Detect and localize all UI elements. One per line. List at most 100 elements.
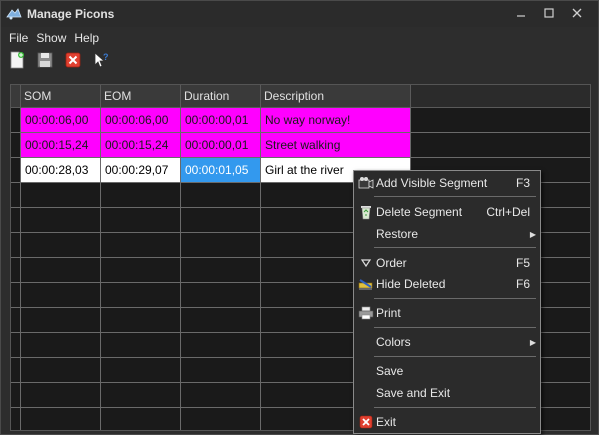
- menu-bar: File Show Help: [1, 29, 103, 47]
- cell-eom[interactable]: [101, 308, 181, 333]
- hide-icon: [358, 276, 374, 292]
- close-button[interactable]: [564, 3, 590, 23]
- menu-item-label: Colors: [376, 335, 411, 349]
- cell-eom[interactable]: 00:00:15,24: [101, 133, 181, 158]
- cell-som[interactable]: 00:00:28,03: [21, 158, 101, 183]
- menu-item-hide-deleted[interactable]: Hide Deleted F6: [354, 274, 540, 294]
- row-header[interactable]: [11, 308, 21, 333]
- cell-som[interactable]: [21, 333, 101, 358]
- help-cursor-icon: ?: [94, 52, 109, 68]
- cell-som[interactable]: 00:00:15,24: [21, 133, 101, 158]
- menu-item-print[interactable]: Print: [354, 303, 540, 323]
- help-button[interactable]: ?: [89, 49, 113, 71]
- row-header[interactable]: [11, 283, 21, 308]
- row-header[interactable]: [11, 258, 21, 283]
- cell-som[interactable]: [21, 383, 101, 408]
- row-header[interactable]: [11, 133, 21, 158]
- cell-som[interactable]: [21, 358, 101, 383]
- row-header[interactable]: [11, 233, 21, 258]
- cell-som[interactable]: [21, 283, 101, 308]
- cell-eom[interactable]: [101, 358, 181, 383]
- cell-duration[interactable]: [181, 408, 261, 430]
- exit-icon: [358, 414, 374, 430]
- cell-duration[interactable]: [181, 308, 261, 333]
- menu-item-add-visible-segment[interactable]: Add Visible Segment F3: [354, 173, 540, 193]
- table-row[interactable]: 00:00:15,24 00:00:15,24 00:00:00,01 Stre…: [11, 133, 590, 158]
- cell-som[interactable]: [21, 208, 101, 233]
- grid-header: SOM EOM Duration Description: [11, 85, 411, 108]
- cell-eom[interactable]: [101, 408, 181, 430]
- menu-item-shortcut: F6: [515, 277, 530, 291]
- row-header[interactable]: [11, 333, 21, 358]
- cell-som[interactable]: [21, 408, 101, 430]
- cell-eom[interactable]: [101, 233, 181, 258]
- cell-duration[interactable]: [181, 258, 261, 283]
- row-header[interactable]: [11, 358, 21, 383]
- table-row[interactable]: 00:00:06,00 00:00:06,00 00:00:00,01 No w…: [11, 108, 590, 133]
- menu-item-colors[interactable]: Colors ▶: [354, 332, 540, 352]
- cell-duration[interactable]: [181, 208, 261, 233]
- maximize-button[interactable]: [536, 3, 562, 23]
- menu-separator: [374, 327, 536, 328]
- menu-item-save-and-exit[interactable]: Save and Exit: [354, 383, 540, 403]
- app-logo-icon: [5, 5, 23, 23]
- cell-som[interactable]: [21, 183, 101, 208]
- row-header[interactable]: [11, 408, 21, 430]
- menu-separator: [374, 298, 536, 299]
- row-header[interactable]: [11, 383, 21, 408]
- cell-eom[interactable]: [101, 333, 181, 358]
- save-button[interactable]: [33, 49, 57, 71]
- printer-icon: [358, 305, 374, 321]
- delete-icon: [65, 52, 81, 68]
- cell-eom[interactable]: 00:00:29,07: [101, 158, 181, 183]
- row-header[interactable]: [11, 108, 21, 133]
- cell-duration[interactable]: [181, 233, 261, 258]
- cell-description[interactable]: Street walking: [261, 133, 411, 158]
- menu-help[interactable]: Help: [70, 31, 103, 45]
- cell-duration[interactable]: [181, 383, 261, 408]
- menu-item-exit[interactable]: Exit: [354, 412, 540, 432]
- cell-som[interactable]: [21, 258, 101, 283]
- column-header-eom[interactable]: EOM: [101, 85, 181, 108]
- cell-duration[interactable]: [181, 183, 261, 208]
- row-header[interactable]: [11, 183, 21, 208]
- cell-som[interactable]: [21, 233, 101, 258]
- cell-eom[interactable]: 00:00:06,00: [101, 108, 181, 133]
- cell-eom[interactable]: [101, 183, 181, 208]
- menu-item-delete-segment[interactable]: Delete Segment Ctrl+Del: [354, 202, 540, 222]
- new-button[interactable]: [5, 49, 29, 71]
- column-header-som[interactable]: SOM: [21, 85, 101, 108]
- menu-item-restore[interactable]: Restore ▶: [354, 224, 540, 244]
- menu-file[interactable]: File: [5, 31, 32, 45]
- cell-duration[interactable]: [181, 283, 261, 308]
- cell-eom[interactable]: [101, 258, 181, 283]
- menu-item-save[interactable]: Save: [354, 361, 540, 381]
- menu-item-label: Save: [376, 364, 404, 378]
- cell-duration[interactable]: [181, 333, 261, 358]
- cell-som[interactable]: [21, 308, 101, 333]
- delete-button[interactable]: [61, 49, 85, 71]
- cell-eom[interactable]: [101, 283, 181, 308]
- column-header-duration[interactable]: Duration: [181, 85, 261, 108]
- menu-separator: [374, 356, 536, 357]
- menu-separator: [374, 247, 536, 248]
- column-header-description[interactable]: Description: [261, 85, 411, 108]
- row-header-corner: [11, 85, 21, 108]
- row-filler: [411, 108, 590, 133]
- menu-show[interactable]: Show: [32, 31, 70, 45]
- cell-duration[interactable]: [181, 358, 261, 383]
- cell-eom[interactable]: [101, 383, 181, 408]
- cell-som[interactable]: 00:00:06,00: [21, 108, 101, 133]
- row-header[interactable]: [11, 208, 21, 233]
- cell-duration[interactable]: 00:00:01,05: [181, 158, 261, 183]
- cell-duration[interactable]: 00:00:00,01: [181, 133, 261, 158]
- minimize-button[interactable]: [508, 3, 534, 23]
- submenu-arrow-icon: ▶: [529, 229, 536, 239]
- cell-eom[interactable]: [101, 208, 181, 233]
- row-header[interactable]: [11, 158, 21, 183]
- title-bar[interactable]: Manage Picons: [1, 1, 598, 27]
- menu-separator: [374, 407, 536, 408]
- menu-item-order[interactable]: Order F5: [354, 253, 540, 273]
- cell-description[interactable]: No way norway!: [261, 108, 411, 133]
- cell-duration[interactable]: 00:00:00,01: [181, 108, 261, 133]
